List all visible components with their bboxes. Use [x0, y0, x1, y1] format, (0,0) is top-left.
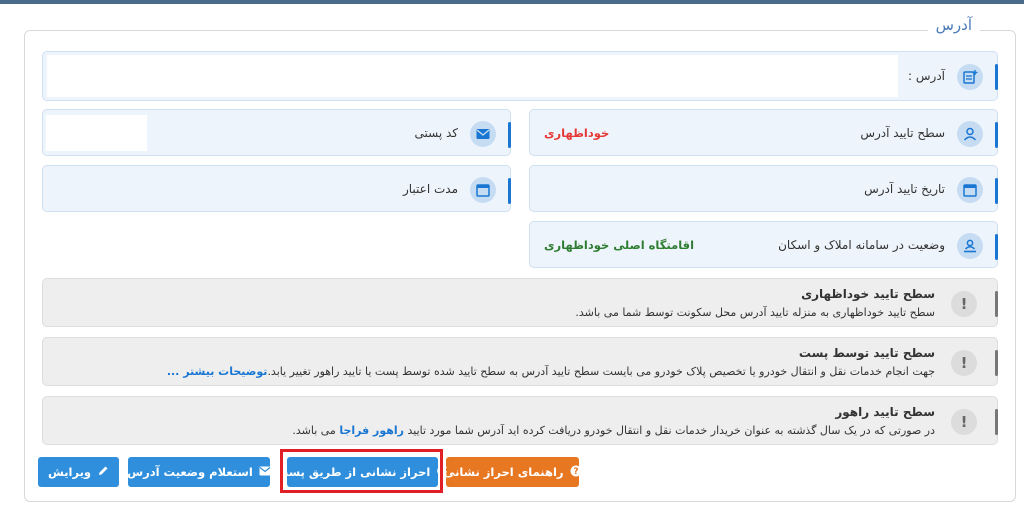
confirm-date-label: تاریخ تایید آدرس: [864, 182, 945, 196]
level-accent: [995, 122, 998, 148]
note-post-verification: ! سطح تایید توسط پست جهت انجام خدمات نقل…: [42, 337, 998, 386]
edit-button[interactable]: ویرایش: [38, 457, 119, 487]
address-card: آدرس :: [42, 51, 998, 101]
exclamation-icon: !: [951, 291, 977, 317]
level-value: خوداظهاری: [544, 126, 610, 140]
calendar-icon: [957, 177, 983, 203]
address-accent: [995, 64, 998, 90]
svg-text:?: ?: [573, 467, 578, 477]
note-accent: [995, 409, 998, 435]
note-body-end: می باشد.: [292, 424, 340, 437]
confirm-date-card: تاریخ تایید آدرس: [529, 165, 998, 212]
envelope-icon: [470, 121, 496, 147]
note-accent: [995, 291, 998, 317]
address-inquiry-button[interactable]: استعلام وضعیت آدرس: [127, 457, 271, 487]
status-accent: [995, 234, 998, 260]
level-card: سطح تایید آدرس خوداظهاری: [529, 109, 998, 156]
note-accent: [995, 350, 998, 376]
address-label: آدرس :: [908, 69, 945, 83]
highlight-box: [280, 449, 443, 493]
section-legend: آدرس: [927, 16, 980, 34]
inquiry-label: استعلام وضعیت آدرس: [127, 465, 253, 479]
question-circle-icon: ?: [570, 465, 582, 480]
validity-label: مدت اعتبار: [402, 182, 458, 196]
note-text: در صورتی که در یک سال گذشته به عنوان خری…: [292, 424, 935, 437]
postal-label: کد پستی: [414, 126, 459, 140]
postal-code-card: کد پستی: [42, 109, 511, 156]
note-text: سطح تایید خوداظهاری به منزله تایید آدرس …: [575, 306, 935, 319]
postal-input[interactable]: [46, 115, 147, 151]
guide-button-label: راهنمای احراز نشانی: [443, 465, 564, 479]
police-link[interactable]: راهور فراجا: [339, 424, 404, 437]
user-icon: [957, 121, 983, 147]
more-info-link[interactable]: توضیحات بیشتر ...: [167, 365, 268, 378]
postal-accent: [508, 122, 511, 148]
user-badge-icon: [957, 233, 983, 259]
address-input[interactable]: [47, 55, 898, 97]
top-border-line: [0, 0, 1024, 4]
status-card: وضعیت در سامانه املاک و اسکان اقامتگاه ا…: [529, 221, 998, 268]
status-label: وضعیت در سامانه املاک و اسکان: [778, 238, 945, 252]
note-body: جهت انجام خدمات نقل و انتقال خودرو یا تخ…: [267, 365, 935, 378]
confirm-date-accent: [995, 178, 998, 204]
validity-accent: [508, 178, 511, 204]
exclamation-icon: !: [951, 409, 977, 435]
address-guide-button[interactable]: ? راهنمای احراز نشانی: [443, 457, 582, 487]
note-self-declaration: ! سطح تایید خوداظهاری سطح تایید خوداظهار…: [42, 278, 998, 327]
calendar-icon: [470, 177, 496, 203]
pencil-icon: [97, 465, 109, 480]
note-title: سطح تایید توسط پست: [798, 346, 935, 360]
status-value: اقامتگاه اصلی خوداظهاری: [544, 238, 695, 252]
note-police-verification: ! سطح تایید راهور در صورتی که در یک سال …: [42, 396, 998, 445]
note-body-start: در صورتی که در یک سال گذشته به عنوان خری…: [404, 424, 935, 437]
envelope-icon: [259, 465, 271, 479]
note-title: سطح تایید راهور: [835, 405, 935, 419]
level-label: سطح تایید آدرس: [860, 126, 945, 140]
note-text: جهت انجام خدمات نقل و انتقال خودرو یا تخ…: [167, 365, 935, 378]
validity-card: مدت اعتبار: [42, 165, 511, 212]
edit-label: ویرایش: [47, 465, 92, 479]
note-title: سطح تایید خوداظهاری: [801, 287, 935, 301]
address-card-icon: [957, 64, 983, 90]
exclamation-icon: !: [951, 350, 977, 376]
